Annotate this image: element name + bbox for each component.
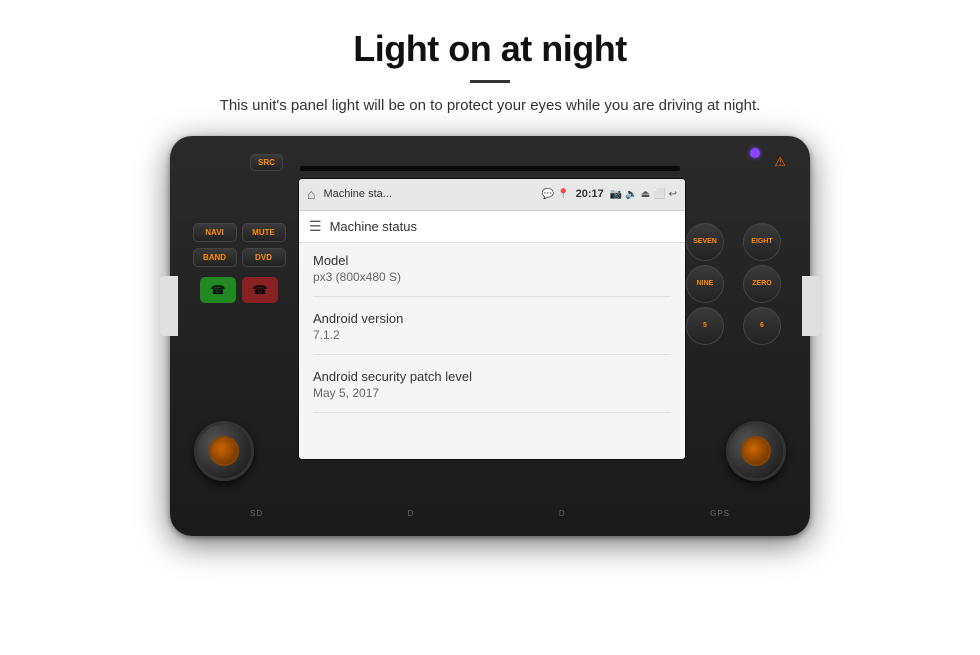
band-dvd-row: BAND DVD — [184, 248, 294, 267]
android-screen: ⌂ Machine sta... 💬 📍 20:17 📷 🔈 ⏏ ⬜ ↩ ☰ M… — [298, 178, 686, 460]
side-tab-right — [802, 276, 820, 336]
status-icons-group: 💬 📍 20:17 📷 🔈 ⏏ ⬜ ↩ — [542, 188, 677, 200]
device-body: ⚠ SRC NAVI MUTE BAND DVD ☎ ☎ — [170, 136, 810, 536]
title-divider — [470, 80, 510, 83]
model-section: Model px3 (800x480 S) — [313, 253, 671, 297]
alert-icon: ⚠ — [774, 154, 786, 170]
left-panel: NAVI MUTE BAND DVD ☎ ☎ — [184, 191, 294, 303]
sd-label: SD — [250, 509, 263, 518]
band-button[interactable]: BAND — [193, 248, 237, 267]
app-bar-title: Machine status — [330, 219, 417, 234]
security-patch-section: Android security patch level May 5, 2017 — [313, 369, 671, 413]
security-patch-value: May 5, 2017 — [313, 386, 671, 400]
screen-icon: ⬜ — [653, 189, 665, 200]
cd-slot — [300, 166, 680, 171]
mute-button[interactable]: MUTE — [242, 223, 286, 242]
page-title: Light on at night — [353, 28, 626, 70]
bottom-strip: SD D D GPS — [250, 509, 730, 518]
btn-zero[interactable]: ZERO — [743, 265, 781, 303]
side-tab-left — [160, 276, 178, 336]
android-status-bar: ⌂ Machine sta... 💬 📍 20:17 📷 🔈 ⏏ ⬜ ↩ — [299, 179, 685, 211]
call-buttons-row: ☎ ☎ — [184, 277, 294, 303]
btn-eight[interactable]: EIGHT — [743, 223, 781, 261]
right-panel: SEVEN EIGHT NINE ZERO 5 6 — [686, 191, 796, 345]
left-knob[interactable] — [194, 421, 254, 481]
location-icon: 📍 — [557, 189, 569, 200]
page-subtitle: This unit's panel light will be on to pr… — [220, 95, 761, 118]
model-label: Model — [313, 253, 671, 268]
chat-icon: 💬 — [542, 189, 554, 200]
btn-nine[interactable]: NINE — [686, 265, 724, 303]
android-version-section: Android version 7.1.2 — [313, 311, 671, 355]
gps-label: GPS — [710, 509, 730, 518]
right-knob-inner — [741, 436, 771, 466]
answer-call-button[interactable]: ☎ — [200, 277, 236, 303]
right-knob[interactable] — [726, 421, 786, 481]
status-time: 20:17 — [576, 188, 604, 200]
btn-five[interactable]: 5 — [686, 307, 724, 345]
hamburger-menu-icon[interactable]: ☰ — [309, 218, 322, 235]
navi-button[interactable]: NAVI — [193, 223, 237, 242]
dvd-button[interactable]: DVD — [242, 248, 286, 267]
android-content: Model px3 (800x480 S) Android version 7.… — [299, 243, 685, 437]
back-icon[interactable]: ↩ — [669, 189, 677, 200]
end-call-button[interactable]: ☎ — [242, 277, 278, 303]
led-indicator — [750, 148, 760, 158]
android-version-label: Android version — [313, 311, 671, 326]
left-knob-inner — [209, 436, 239, 466]
device-container: ⚠ SRC NAVI MUTE BAND DVD ☎ ☎ — [170, 136, 810, 556]
volume-icon: 🔈 — [625, 189, 637, 200]
number-grid: SEVEN EIGHT NINE ZERO 5 6 — [686, 223, 796, 345]
home-icon[interactable]: ⌂ — [307, 186, 315, 202]
navi-mute-row: NAVI MUTE — [184, 223, 294, 242]
eject-icon: ⏏ — [641, 189, 650, 200]
btn-six[interactable]: 6 — [743, 307, 781, 345]
android-version-value: 7.1.2 — [313, 328, 671, 342]
model-value: px3 (800x480 S) — [313, 270, 671, 284]
status-app-name: Machine sta... — [319, 188, 537, 200]
src-button[interactable]: SRC — [250, 154, 283, 171]
d-label-1: D — [408, 509, 415, 518]
d-label-2: D — [559, 509, 566, 518]
security-patch-label: Android security patch level — [313, 369, 671, 384]
camera-icon: 📷 — [610, 189, 622, 200]
btn-seven[interactable]: SEVEN — [686, 223, 724, 261]
android-app-bar: ☰ Machine status — [299, 211, 685, 243]
